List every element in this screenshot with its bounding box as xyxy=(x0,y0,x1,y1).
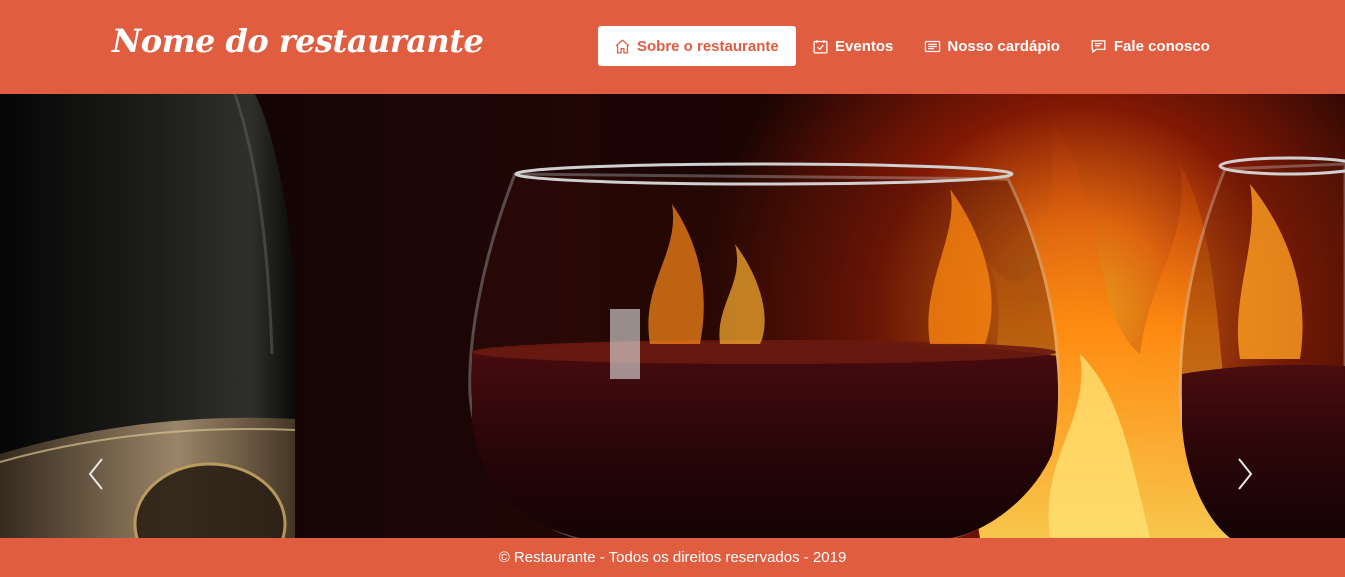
hero-carousel xyxy=(0,94,1345,538)
carousel-prev-button[interactable] xyxy=(85,455,107,493)
site-footer: © Restaurante - Todos os direitos reserv… xyxy=(0,538,1345,577)
wine-glasses-fireplace-image xyxy=(0,94,1345,538)
calendar-check-icon xyxy=(811,37,829,55)
carousel-next-button[interactable] xyxy=(1234,455,1256,493)
main-nav: Sobre o restaurante Eventos Nosso cardáp… xyxy=(598,26,1225,66)
brand-logo[interactable]: Nome do restaurante xyxy=(112,22,484,60)
nav-item-eventos[interactable]: Eventos xyxy=(796,26,908,66)
home-icon xyxy=(613,37,631,55)
chat-icon xyxy=(1090,37,1108,55)
footer-copyright: © Restaurante - Todos os direitos reserv… xyxy=(498,549,847,566)
chevron-left-icon xyxy=(88,458,103,490)
nav-label: Eventos xyxy=(835,37,894,55)
nav-label: Sobre o restaurante xyxy=(637,37,779,55)
nav-item-cardapio[interactable]: Nosso cardápio xyxy=(908,26,1075,66)
nav-label: Nosso cardápio xyxy=(947,37,1060,55)
nav-item-sobre[interactable]: Sobre o restaurante xyxy=(598,26,796,66)
nav-label: Fale conosco xyxy=(1113,37,1210,55)
nav-item-contato[interactable]: Fale conosco xyxy=(1075,26,1225,66)
chevron-right-icon xyxy=(1238,458,1253,490)
site-header: Nome do restaurante Sobre o restaurante … xyxy=(0,0,1345,94)
menu-list-icon xyxy=(923,37,941,55)
